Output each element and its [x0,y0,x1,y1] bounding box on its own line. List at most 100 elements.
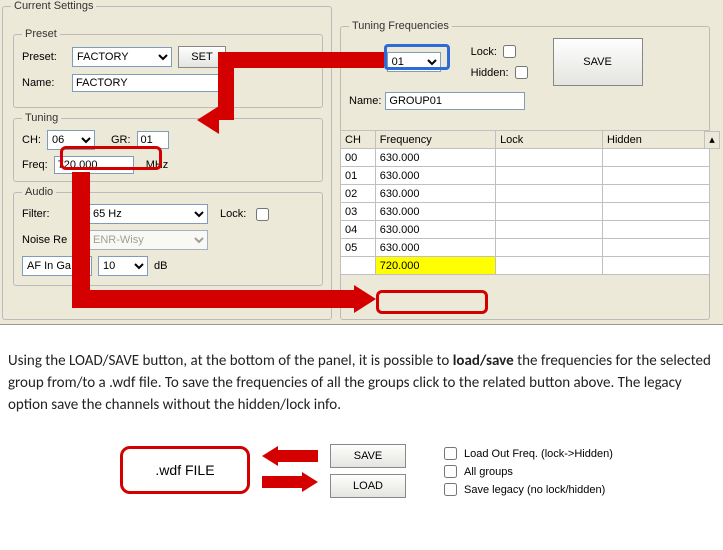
cell-ch: 00 [341,149,376,167]
cell-freq: 720.000 [375,257,495,275]
cell-ch [341,257,376,275]
cell-freq: 630.000 [375,167,495,185]
afin-unit: dB [154,260,167,272]
description-paragraph: Using the LOAD/SAVE button, at the botto… [0,325,723,426]
audio-group: Audio Filter: 65 Hz Lock: Noise Re ENR-W… [13,186,323,286]
tf-save-button[interactable]: SAVE [553,38,643,86]
cell-hidden [603,257,710,275]
arrow-to-wdf-shaft [278,450,318,462]
tf-hidden-checkbox[interactable] [515,66,528,79]
arrow-group-to-gr-v [218,52,234,120]
loadout-checkbox[interactable] [444,447,457,460]
cell-hidden [603,149,710,167]
arrow-freq-to-table-tip [354,285,376,313]
tf-lock-checkbox[interactable] [503,45,516,58]
arrow-freq-to-table-v [72,172,90,298]
legacy-label: Save legacy (no lock/hidden) [464,484,605,496]
audio-legend: Audio [22,186,56,198]
allgroups-label: All groups [464,466,513,478]
gr-label: GR: [111,134,131,146]
cell-lock [496,257,603,275]
wdf-diagram: .wdf FILE SAVE LOAD Load Out Freq. (lock… [0,426,723,516]
th-frequency: Frequency [375,131,495,149]
preset-name-label: Name: [22,77,66,89]
allgroups-checkbox[interactable] [444,465,457,478]
freq-input[interactable] [54,156,134,174]
audio-lock-checkbox[interactable] [256,208,269,221]
arrow-to-wdf-tip [262,446,278,466]
cell-lock [496,221,603,239]
wdf-file-label: .wdf FILE [155,462,214,478]
tf-lock-label: Lock: [471,46,497,58]
tuning-group: Tuning CH: 06 GR: Freq: MHz [13,112,323,182]
table-row[interactable]: 00630.000 [341,149,710,167]
cell-hidden [603,203,710,221]
filter-select[interactable]: 65 Hz [88,204,208,224]
current-settings-legend: Current Settings [11,0,96,12]
cell-lock [496,203,603,221]
tf-hidden-label: Hidden: [471,67,509,79]
tf-name-label: Name: [349,95,381,107]
th-hidden: Hidden [603,131,710,149]
afin-value-select[interactable]: 10 [98,256,148,276]
arrow-from-wdf-shaft [262,476,302,488]
ch-select[interactable]: 06 [47,130,95,150]
cell-hidden [603,185,710,203]
arrow-freq-to-table-h [72,290,356,308]
legacy-checkbox[interactable] [444,483,457,496]
tuning-frequencies-legend: Tuning Frequencies [349,20,452,32]
para-bold1: load/save [453,352,514,370]
arrow-group-to-gr-tip [197,106,219,134]
table-row[interactable]: 04630.000 [341,221,710,239]
cell-ch: 03 [341,203,376,221]
cell-freq: 630.000 [375,221,495,239]
wdf-file-box: .wdf FILE [120,446,250,494]
diagram-save-button[interactable]: SAVE [330,444,406,468]
freq-unit: MHz [146,159,169,171]
arrow-group-to-gr-h [218,52,384,68]
th-ch: CH [341,131,376,149]
frequency-table[interactable]: CH Frequency Lock Hidden 00630.00001630.… [340,130,710,275]
tf-name-input[interactable] [385,92,525,110]
cell-ch: 04 [341,221,376,239]
table-row[interactable]: 02630.000 [341,185,710,203]
table-row[interactable]: 05630.000 [341,239,710,257]
cell-ch: 01 [341,167,376,185]
table-row[interactable]: 03630.000 [341,203,710,221]
arrow-from-wdf-tip [302,472,318,492]
preset-select[interactable]: FACTORY [72,47,172,67]
cell-hidden [603,167,710,185]
cell-lock [496,167,603,185]
table-row[interactable]: 720.000 [341,257,710,275]
freq-label: Freq: [22,159,48,171]
cell-lock [496,185,603,203]
current-settings-group: Current Settings Preset Preset: FACTORY … [2,0,332,320]
preset-label: Preset: [22,51,66,63]
audio-lock-label: Lock: [220,208,246,220]
cell-lock [496,239,603,257]
cell-hidden [603,239,710,257]
cell-hidden [603,221,710,239]
cell-freq: 630.000 [375,149,495,167]
preset-name-input[interactable] [72,74,222,92]
table-header-row: CH Frequency Lock Hidden [341,131,710,149]
para-t1: Using the LOAD/SAVE button, at the botto… [8,352,453,370]
cell-ch: 05 [341,239,376,257]
cell-ch: 02 [341,185,376,203]
th-lock: Lock [496,131,603,149]
diagram-load-button[interactable]: LOAD [330,474,406,498]
preset-group: Preset Preset: FACTORY SET Name: [13,28,323,108]
tuning-legend: Tuning [22,112,61,124]
ch-label: CH: [22,134,41,146]
cell-freq: 630.000 [375,239,495,257]
gr-input[interactable] [137,131,169,149]
table-row[interactable]: 01630.000 [341,167,710,185]
cell-lock [496,149,603,167]
tf-group-select[interactable]: 01 [387,52,441,72]
scroll-up-icon[interactable]: ▴ [704,131,720,149]
cell-freq: 630.000 [375,185,495,203]
settings-panel-screenshot: Current Settings Preset Preset: FACTORY … [0,0,723,325]
noise-select[interactable]: ENR-Wisy [88,230,208,250]
preset-legend: Preset [22,28,60,40]
loadout-label: Load Out Freq. (lock->Hidden) [464,448,613,460]
